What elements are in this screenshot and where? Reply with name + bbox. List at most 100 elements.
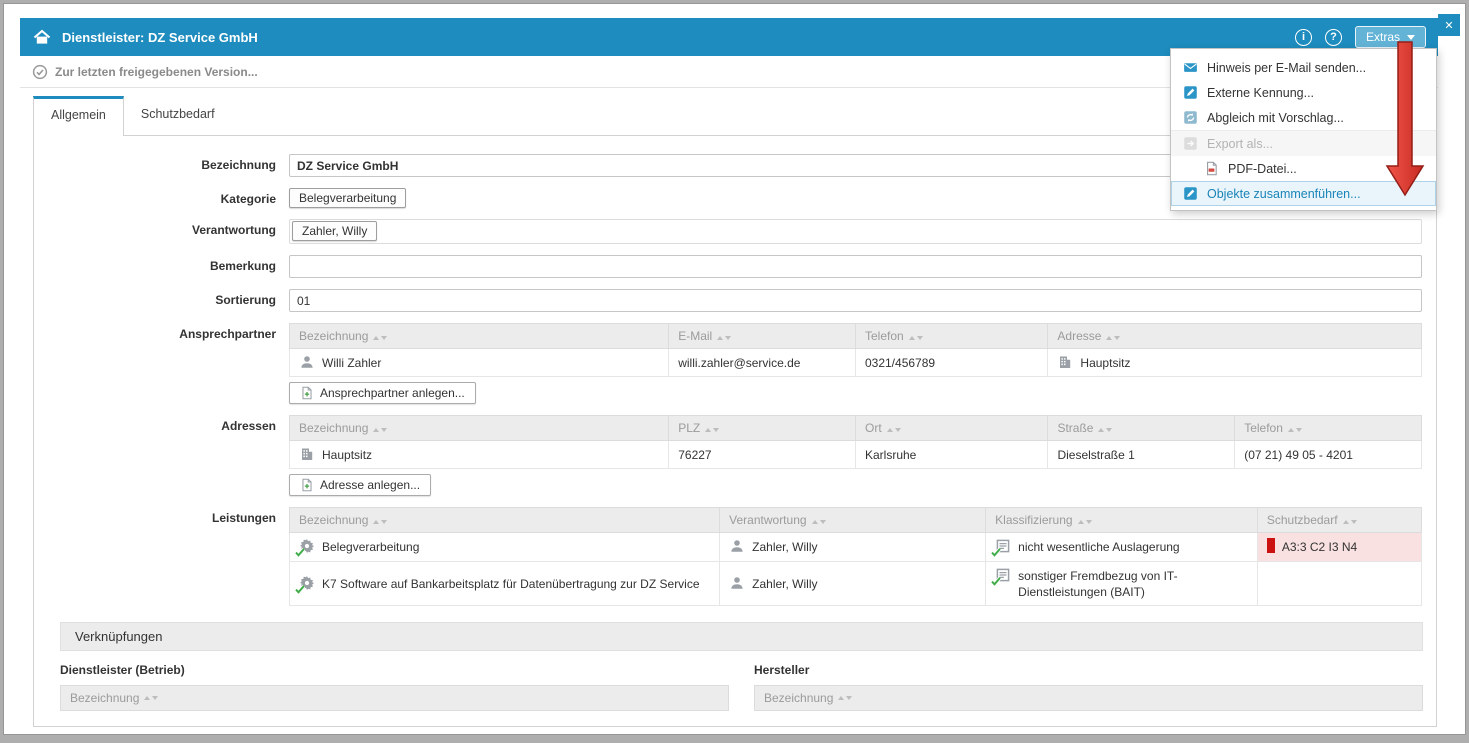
- column-header-bezeichnung[interactable]: Bezeichnung: [290, 416, 669, 441]
- section-label-leistungen: Leistungen: [34, 507, 289, 606]
- cell-verantwortung: Zahler, Willy: [720, 533, 986, 561]
- ansprechpartner-anlegen-button[interactable]: Ansprechpartner anlegen...: [289, 382, 476, 404]
- cell-text: 0321/456789: [865, 356, 935, 370]
- leistungen-row[interactable]: K7 Software auf Bankarbeitsplatz für Dat…: [290, 561, 1422, 605]
- check-circle-icon: [32, 64, 48, 80]
- sort-icon: [1098, 428, 1112, 432]
- sort-icon: [887, 428, 901, 432]
- adressen-row[interactable]: Hauptsitz 76227 Karlsruhe Dieselstraße 1…: [290, 441, 1422, 469]
- adresse-anlegen-button[interactable]: Adresse anlegen...: [289, 474, 431, 496]
- cell-schutzbedarf: [1257, 561, 1421, 605]
- column-header-bezeichnung[interactable]: Bezeichnung: [290, 324, 669, 349]
- cell-bezeichnung: K7 Software auf Bankarbeitsplatz für Dat…: [290, 561, 720, 605]
- column-label: Telefon: [865, 329, 904, 343]
- ansprechpartner-table: Bezeichnung E-Mail Telefon Adresse: [289, 323, 1422, 377]
- sort-icon: [909, 336, 923, 340]
- ansprechpartner-header-row: Bezeichnung E-Mail Telefon Adresse: [290, 324, 1422, 349]
- column-header-telefon[interactable]: Telefon: [1235, 416, 1422, 441]
- sort-icon: [144, 696, 158, 700]
- cell-plz: 76227: [669, 441, 856, 469]
- sort-icon: [373, 336, 387, 340]
- field-label-kategorie: Kategorie: [34, 188, 289, 208]
- column-label: E-Mail: [678, 329, 712, 343]
- window-title: Dienstleister: DZ Service GmbH: [62, 30, 258, 45]
- cell-text: Zahler, Willy: [752, 538, 817, 555]
- column-header-telefon[interactable]: Telefon: [855, 324, 1047, 349]
- bemerkung-input[interactable]: [289, 255, 1422, 278]
- help-icon[interactable]: ?: [1325, 29, 1342, 46]
- field-label-verantwortung: Verantwortung: [34, 219, 289, 244]
- cell-telefon: 0321/456789: [855, 349, 1047, 377]
- sort-icon: [1106, 336, 1120, 340]
- document-plus-icon: [300, 478, 314, 492]
- sort-icon: [1288, 428, 1302, 432]
- sort-icon: [717, 336, 731, 340]
- titlebar-actions: i ? Extras: [1295, 26, 1426, 48]
- form-panel: Bezeichnung Kategorie Belegverarbeitung …: [33, 135, 1437, 727]
- sort-icon: [373, 520, 387, 524]
- column-header-email[interactable]: E-Mail: [669, 324, 856, 349]
- adressen-table: Bezeichnung PLZ Ort Straße Telefon: [289, 415, 1422, 469]
- button-label: Adresse anlegen...: [320, 478, 420, 492]
- verantwortung-chip[interactable]: Zahler, Willy: [292, 221, 377, 241]
- column-header-adresse[interactable]: Adresse: [1048, 324, 1422, 349]
- green-check-icon: [991, 547, 1001, 557]
- column-header-bezeichnung[interactable]: Bezeichnung: [60, 685, 729, 711]
- extras-button[interactable]: Extras: [1355, 26, 1426, 48]
- pdf-icon: [1204, 161, 1219, 176]
- menu-item-label: Externe Kennung...: [1207, 86, 1314, 100]
- column-header-schutzbedarf[interactable]: Schutzbedarf: [1257, 508, 1421, 533]
- service-check-icon: [299, 538, 315, 554]
- section-label-ansprechpartner: Ansprechpartner: [34, 323, 289, 404]
- kategorie-chip[interactable]: Belegverarbeitung: [289, 188, 406, 208]
- cell-text: (07 21) 49 05 - 4201: [1244, 448, 1353, 462]
- menu-item-externe-kennung[interactable]: Externe Kennung...: [1171, 80, 1436, 105]
- menu-item-pdf-datei[interactable]: PDF-Datei...: [1171, 156, 1436, 181]
- cell-text: Dieselstraße 1: [1057, 448, 1134, 462]
- service-check-icon: [299, 575, 315, 591]
- column-header-klassifizierung[interactable]: Klassifizierung: [986, 508, 1258, 533]
- sort-icon: [838, 696, 852, 700]
- verantwortung-tokenfield[interactable]: Zahler, Willy: [289, 219, 1422, 244]
- column-header-bezeichnung[interactable]: Bezeichnung: [290, 508, 720, 533]
- extras-menu: Hinweis per E-Mail senden... Externe Ken…: [1170, 48, 1437, 211]
- building-icon: [299, 446, 315, 462]
- dienstleister-betrieb-column: Dienstleister (Betrieb) Bezeichnung: [60, 663, 729, 711]
- tab-schutzbedarf[interactable]: Schutzbedarf: [124, 96, 232, 135]
- field-verantwortung: Zahler, Willy: [289, 219, 1422, 244]
- sort-icon: [1078, 520, 1092, 524]
- cell-schutzbedarf: A3:3 C2 I3 N4: [1257, 533, 1421, 561]
- verknuepfungen-section: Dienstleister (Betrieb) Bezeichnung Hers…: [60, 663, 1423, 711]
- field-sortierung: [289, 289, 1422, 312]
- version-link[interactable]: Zur letzten freigegebenen Version...: [55, 65, 258, 79]
- column-header-verantwortung[interactable]: Verantwortung: [720, 508, 986, 533]
- row-ansprechpartner: Ansprechpartner Bezeichnung E-Mail Telef…: [34, 323, 1436, 404]
- sortierung-input[interactable]: [289, 289, 1422, 312]
- classification-check-icon: [995, 567, 1011, 583]
- column-header-ort[interactable]: Ort: [856, 416, 1048, 441]
- column-header-bezeichnung[interactable]: Bezeichnung: [754, 685, 1423, 711]
- column-header-strasse[interactable]: Straße: [1048, 416, 1235, 441]
- cell-text: nicht wesentliche Auslagerung: [1018, 538, 1179, 555]
- menu-item-objekte-zusammenfuehren[interactable]: Objekte zusammenführen...: [1171, 181, 1436, 206]
- column-header-plz[interactable]: PLZ: [669, 416, 856, 441]
- tab-allgemein[interactable]: Allgemein: [33, 96, 124, 136]
- sync-icon: [1183, 110, 1198, 125]
- cell-text: A3:3 C2 I3 N4: [1282, 538, 1357, 555]
- verknuepfungen-header: Verknüpfungen: [60, 622, 1423, 651]
- leistungen-row[interactable]: Belegverarbeitung Zahler, Willy: [290, 533, 1422, 561]
- close-button[interactable]: ✕: [1438, 14, 1460, 36]
- field-label-bemerkung: Bemerkung: [34, 255, 289, 278]
- field-bemerkung: [289, 255, 1422, 278]
- cell-text: willi.zahler@service.de: [678, 356, 800, 370]
- column-label: Telefon: [1244, 421, 1283, 435]
- section-ansprechpartner: Bezeichnung E-Mail Telefon Adresse: [289, 323, 1422, 404]
- section-adressen: Bezeichnung PLZ Ort Straße Telefon: [289, 415, 1422, 496]
- column-label: Adresse: [1057, 329, 1101, 343]
- menu-item-abgleich-vorschlag[interactable]: Abgleich mit Vorschlag...: [1171, 105, 1436, 130]
- menu-item-hinweis-email[interactable]: Hinweis per E-Mail senden...: [1171, 55, 1436, 80]
- sort-icon: [373, 428, 387, 432]
- ansprechpartner-row[interactable]: Willi Zahler willi.zahler@service.de 032…: [290, 349, 1422, 377]
- cell-adresse: Hauptsitz: [1048, 349, 1422, 377]
- info-icon[interactable]: i: [1295, 29, 1312, 46]
